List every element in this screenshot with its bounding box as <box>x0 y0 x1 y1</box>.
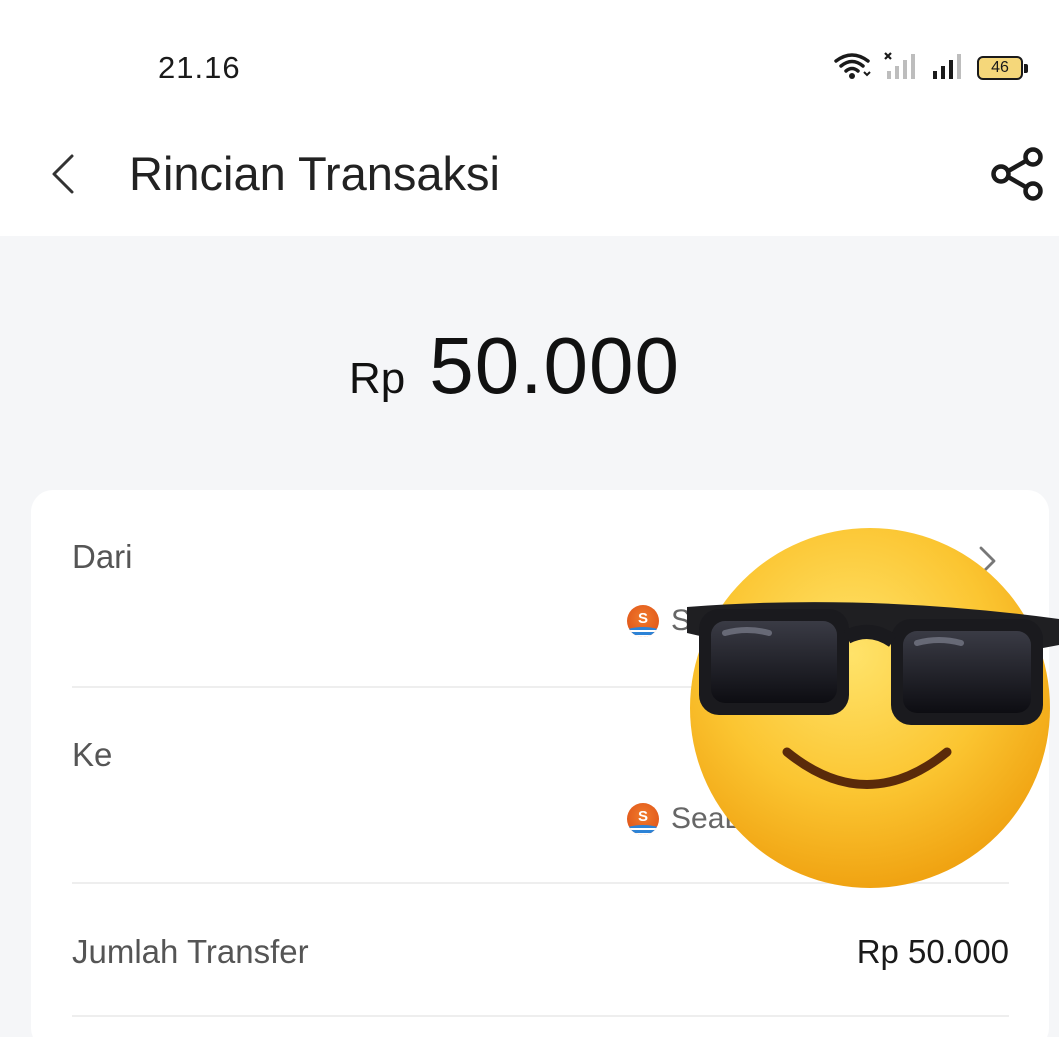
bank-logo-icon: S <box>627 803 659 835</box>
share-button[interactable] <box>990 146 1046 202</box>
battery-icon: 46 <box>977 56 1028 80</box>
status-bar: 21.16 46 <box>0 0 1059 118</box>
transfer-amount-row: Jumlah Transfer Rp 50.000 <box>72 933 1009 983</box>
signal-no-service-icon <box>883 51 919 86</box>
status-icons: 46 <box>833 51 1028 86</box>
to-label: Ke <box>72 736 113 773</box>
status-time: 21.16 <box>158 50 241 85</box>
signal-icon <box>931 51 965 86</box>
amount-currency: Rp <box>349 354 406 403</box>
amount-value: 50.000 <box>429 321 680 410</box>
wifi-icon <box>833 51 871 86</box>
back-chevron-icon <box>52 154 74 194</box>
transfer-amount-value: Rp 50.000 <box>856 933 1009 970</box>
page-title: Rincian Transaksi <box>129 147 500 200</box>
bank-logo-icon: S <box>627 605 659 637</box>
from-label: Dari <box>72 538 133 575</box>
divider <box>72 1015 1009 1017</box>
share-icon <box>991 147 1043 201</box>
sunglasses-emoji-sticker <box>687 528 1059 888</box>
from-bank: S S <box>627 604 691 638</box>
transfer-amount-label: Jumlah Transfer <box>72 933 309 970</box>
transaction-amount: Rp 50.000 <box>0 320 1059 412</box>
back-button[interactable] <box>46 152 86 196</box>
app-header: Rincian Transaksi <box>0 118 1059 236</box>
